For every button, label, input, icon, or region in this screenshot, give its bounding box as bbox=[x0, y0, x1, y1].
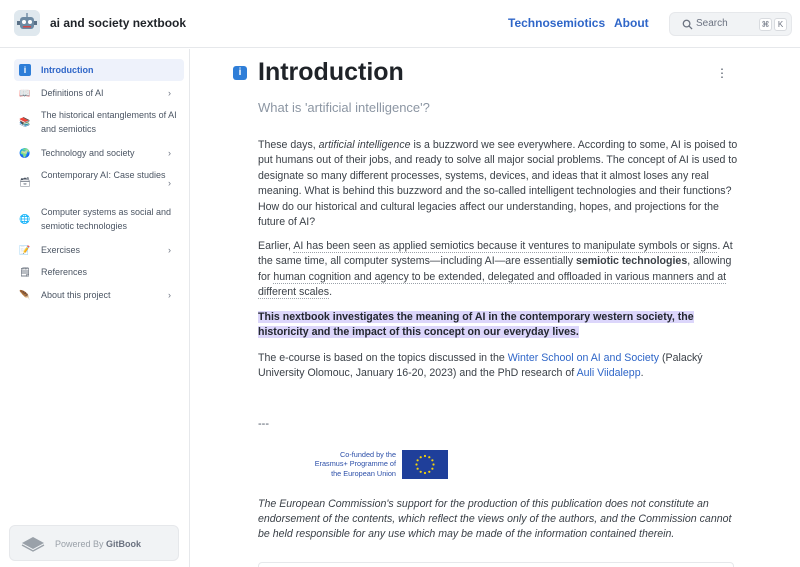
sidebar-item-about-this-project[interactable]: 🪶 About this project › bbox=[14, 287, 184, 303]
sidebar-item-technology-and-society[interactable]: 🌍 Technology and society › bbox=[14, 145, 184, 161]
shortcut-key-cmd: ⌘ bbox=[759, 18, 772, 31]
intro-paragraph-1: These days, artificial intelligence is a… bbox=[258, 139, 738, 229]
sidebar-item-contemporary-ai[interactable]: 🗃 Contemporary AI: Case studies › bbox=[14, 168, 184, 198]
page-title: Introduction bbox=[258, 58, 404, 86]
sidebar-item-label: Technology and society bbox=[41, 148, 135, 158]
site-title[interactable]: ai and society nextbook bbox=[50, 16, 186, 30]
chevron-right-icon[interactable]: › bbox=[168, 246, 176, 255]
eu-flag-icon bbox=[402, 450, 448, 479]
sidebar-item-computer-systems[interactable]: 🌐 Computer systems as social and semioti… bbox=[14, 205, 184, 235]
search-input[interactable]: Search ⌘ K bbox=[669, 12, 792, 36]
sidebar-item-label: Computer systems as social and semiotic … bbox=[41, 207, 172, 231]
annotated-text[interactable]: AI has been seen as applied semiotics be… bbox=[293, 240, 718, 253]
sidebar-item-historical-entanglements[interactable]: 📚 The historical entanglements of AI and… bbox=[14, 108, 184, 138]
powered-by-gitbook[interactable]: Powered By GitBook bbox=[9, 525, 179, 561]
nav-link-about[interactable]: About bbox=[614, 16, 649, 30]
pencil-icon: 📝 bbox=[19, 245, 31, 255]
books-icon: 📚 bbox=[19, 117, 31, 127]
link-winter-school[interactable]: Winter School on AI and Society bbox=[508, 352, 659, 364]
gitbook-logo-icon bbox=[21, 537, 45, 552]
chevron-right-icon[interactable]: › bbox=[168, 179, 176, 188]
page-subtitle: What is 'artificial intelligence'? bbox=[258, 100, 430, 115]
site-logo-robot-icon[interactable] bbox=[14, 10, 40, 36]
link-auli-viidalepp[interactable]: Auli Viidalepp bbox=[577, 367, 641, 379]
sidebar-item-label: About this project bbox=[41, 290, 111, 300]
eu-disclaimer: The European Commission's support for th… bbox=[258, 498, 732, 540]
intro-paragraph-highlighted: This nextbook investigates the meaning o… bbox=[258, 311, 694, 339]
more-options-icon[interactable]: ⋮ bbox=[716, 66, 728, 80]
notepad-icon: 🗒 bbox=[19, 267, 31, 277]
intro-paragraph-4: The e-course is based on the topics disc… bbox=[258, 352, 703, 380]
top-header: ai and society nextbook Technosemiotics … bbox=[0, 0, 800, 48]
feather-icon: 🪶 bbox=[19, 290, 31, 300]
separator-text: --- bbox=[258, 418, 269, 430]
sidebar-item-definitions-of-ai[interactable]: 📖 Definitions of AI › bbox=[14, 85, 184, 101]
sidebar-item-label: The historical entanglements of AI and s… bbox=[41, 110, 177, 134]
book-icon: 📖 bbox=[19, 88, 31, 98]
shortcut-key-k: K bbox=[774, 18, 787, 31]
sidebar-item-label: References bbox=[41, 267, 88, 277]
sidebar-item-label: Contemporary AI: Case studies bbox=[41, 170, 166, 180]
info-icon: i bbox=[19, 64, 31, 76]
nav-link-technosemiotics[interactable]: Technosemiotics bbox=[508, 16, 605, 30]
sidebar: i Introduction 📖 Definitions of AI › 📚 T… bbox=[0, 49, 190, 567]
sidebar-item-introduction[interactable]: i Introduction bbox=[14, 59, 184, 81]
globe-icon: 🌍 bbox=[19, 148, 31, 158]
sidebar-item-label: Introduction bbox=[41, 65, 94, 75]
network-globe-icon: 🌐 bbox=[19, 214, 31, 224]
sidebar-item-exercises[interactable]: 📝 Exercises › bbox=[14, 242, 184, 258]
next-page-card[interactable] bbox=[258, 562, 734, 567]
sidebar-item-label: Exercises bbox=[41, 245, 81, 255]
sidebar-item-references[interactable]: 🗒 References bbox=[14, 264, 184, 280]
search-placeholder: Search bbox=[696, 18, 728, 29]
powered-by-text: Powered By GitBook bbox=[55, 539, 142, 549]
eu-cofunded-logo: Co-funded by the Erasmus+ Programme of t… bbox=[306, 449, 448, 480]
search-icon bbox=[682, 19, 693, 30]
page-info-icon: i bbox=[233, 66, 247, 80]
chevron-right-icon[interactable]: › bbox=[168, 89, 176, 98]
intro-paragraph-2: Earlier, AI has been seen as applied sem… bbox=[258, 240, 733, 300]
sidebar-item-label: Definitions of AI bbox=[41, 88, 104, 98]
eu-logo-text: Co-funded by the Erasmus+ Programme of t… bbox=[314, 450, 396, 478]
chevron-right-icon[interactable]: › bbox=[168, 149, 176, 158]
chevron-right-icon[interactable]: › bbox=[168, 291, 176, 300]
card-box-icon: 🗃 bbox=[19, 177, 31, 187]
